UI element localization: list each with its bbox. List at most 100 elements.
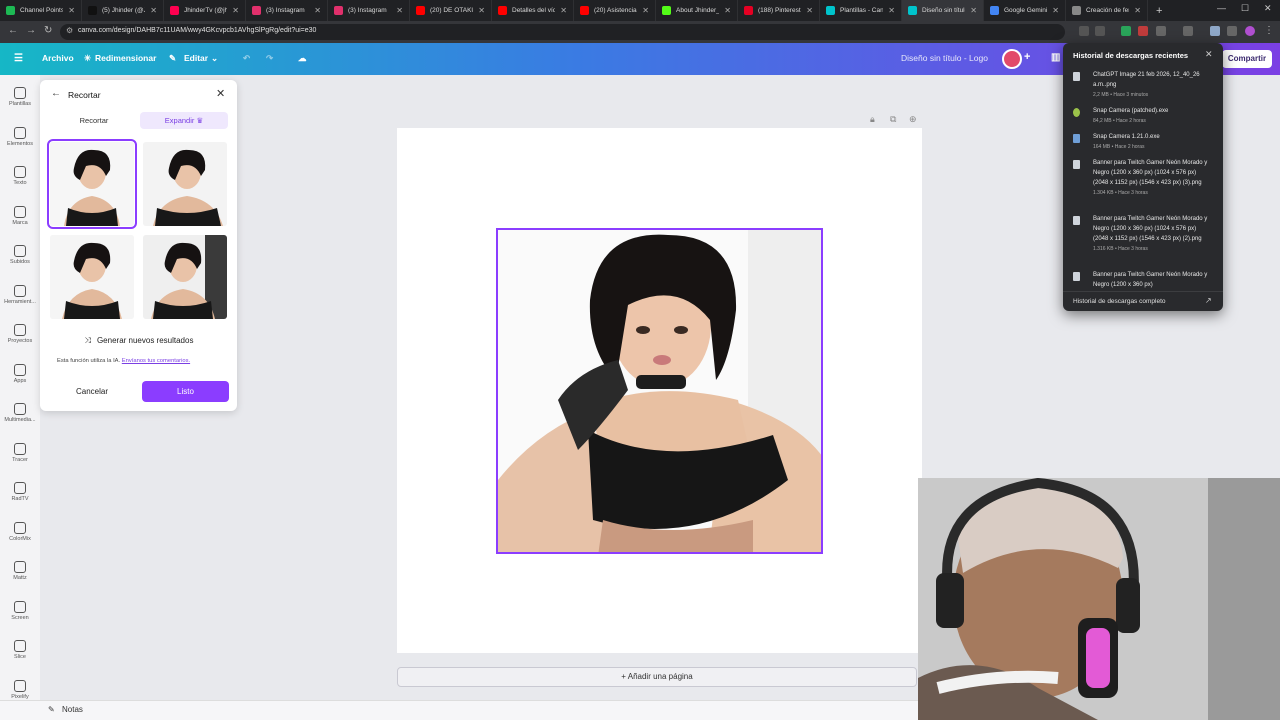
generate-new-results-button[interactable]: ⤨ Generar nuevos resultados (50, 333, 228, 349)
feedback-link[interactable]: Envíanos tus comentarios. (122, 358, 190, 364)
tab-close-icon[interactable]: ✕ (970, 6, 977, 15)
edit-menu[interactable]: Editar (184, 53, 208, 63)
rail-item[interactable]: Pixelify (0, 679, 40, 700)
extensions-puzzle-icon[interactable] (1156, 26, 1166, 36)
menu-icon[interactable]: ☰ (14, 53, 23, 64)
address-bar[interactable]: ⚙ canva.com/design/DAHB7c11UAM/wwy4GKcvp… (60, 24, 1065, 40)
tab-close-icon[interactable]: ✕ (888, 6, 895, 15)
browser-tab[interactable]: (188) Pinterest ✕ (738, 0, 820, 21)
redo-icon[interactable]: ↷ (266, 53, 273, 64)
browser-tab[interactable]: Plantillas - Canva ✕ (820, 0, 902, 21)
expand-result-4[interactable] (143, 235, 227, 319)
browser-tab[interactable]: About Jhinder_Tv ✕ (656, 0, 738, 21)
undo-icon[interactable]: ↶ (243, 53, 250, 64)
tab-close-icon[interactable]: ✕ (806, 6, 813, 15)
back-nav-icon[interactable]: ← (8, 25, 18, 36)
rail-item[interactable]: Slice (0, 640, 40, 660)
full-download-history-link[interactable]: Historial de descargas completo ↗ (1063, 291, 1223, 311)
browser-tab[interactable]: Diseño sin título ✕ (902, 0, 984, 21)
done-button[interactable]: Listo (142, 381, 229, 402)
selected-photo-element[interactable] (496, 228, 823, 554)
rail-item[interactable]: Subidos (0, 245, 40, 265)
duplicate-page-icon[interactable]: ⧉ (890, 114, 896, 125)
browser-tab[interactable]: Detalles del vídeo ✕ (492, 0, 574, 21)
rail-item[interactable]: ColorMix (0, 521, 40, 542)
profile-avatar[interactable] (1245, 26, 1255, 36)
uploads-icon (14, 245, 26, 257)
file-menu[interactable]: Archivo (42, 53, 74, 63)
resize-button[interactable]: Redimensionar (95, 53, 156, 63)
document-title[interactable]: Diseño sin título - Logo (901, 53, 988, 63)
tab-close-icon[interactable]: ✕ (68, 6, 75, 15)
new-tab-button[interactable]: + (1148, 5, 1170, 17)
lock-icon[interactable]: 🔒︎ (870, 114, 875, 125)
add-collaborator-icon[interactable]: + (1024, 51, 1030, 63)
browser-tab[interactable]: Creación de fem ✕ (1066, 0, 1148, 21)
user-avatar[interactable] (1002, 49, 1022, 69)
cloud-save-icon[interactable]: ☁ (298, 53, 307, 64)
add-page-button[interactable]: + Añadir una página (397, 667, 917, 687)
tab-close-icon[interactable]: ✕ (560, 6, 567, 15)
close-icon[interactable]: ✕ (216, 87, 225, 100)
tab-close-icon[interactable]: ✕ (150, 6, 157, 15)
browser-tab[interactable]: (3) Instagram ✕ (246, 0, 328, 21)
browser-tab[interactable]: (5) Jhinder (@Jh ✕ (82, 0, 164, 21)
expand-result-1[interactable] (47, 139, 137, 229)
site-info-icon[interactable]: ⚙ (66, 26, 73, 35)
rail-item[interactable]: Screen (0, 600, 40, 621)
minimize-window-icon[interactable]: — (1217, 3, 1226, 13)
extension-icon[interactable] (1138, 26, 1148, 36)
browser-tab[interactable]: JhinderTv (@jhin ✕ (164, 0, 246, 21)
close-icon[interactable]: ✕ (1205, 49, 1213, 60)
browser-tab[interactable]: (3) Instagram ✕ (328, 0, 410, 21)
download-item[interactable]: Banner para Twitch Gamer Neón Morado y N… (1073, 270, 1213, 290)
reload-icon[interactable]: ↻ (44, 25, 52, 36)
browser-tab[interactable]: Channel Points ✕ (0, 0, 82, 21)
tab-close-icon[interactable]: ✕ (478, 6, 485, 15)
browser-tab[interactable]: Google Gemini ✕ (984, 0, 1066, 21)
rail-item[interactable]: RadTV (0, 482, 40, 502)
add-page-icon[interactable]: ⊕ (909, 114, 917, 125)
rail-item[interactable]: Apps (0, 363, 40, 384)
rail-item[interactable]: Mattz (0, 561, 40, 581)
rail-item[interactable]: Marca (0, 205, 40, 226)
rail-item[interactable]: Proyectos (0, 324, 40, 344)
maximize-window-icon[interactable]: ☐ (1241, 3, 1249, 14)
forward-nav-icon[interactable]: → (26, 25, 36, 36)
extension-icon[interactable] (1121, 26, 1131, 36)
expand-result-3[interactable] (50, 235, 134, 319)
rail-item[interactable]: Multimedia... (0, 403, 40, 423)
browser-tab[interactable]: (20) DE OTAKU a ✕ (410, 0, 492, 21)
tab-close-icon[interactable]: ✕ (1052, 6, 1059, 15)
downloads-icon[interactable] (1210, 26, 1220, 36)
tab-close-icon[interactable]: ✕ (232, 6, 239, 15)
rail-item[interactable]: Texto (0, 166, 40, 186)
browser-tab[interactable]: (20) Asistencia fi ✕ (574, 0, 656, 21)
browser-menu-icon[interactable]: ⋮ (1264, 25, 1274, 36)
tab-close-icon[interactable]: ✕ (1134, 6, 1141, 15)
close-window-icon[interactable]: ✕ (1264, 3, 1272, 14)
bookmark-star-icon[interactable] (1095, 26, 1105, 36)
zoom-icon[interactable] (1079, 26, 1089, 36)
rail-item[interactable]: Tracer (0, 442, 40, 463)
rail-item[interactable]: Plantillas (0, 87, 40, 107)
insights-chart-icon[interactable]: ▥ (1051, 52, 1060, 63)
share-button[interactable]: Compartir (1222, 50, 1272, 68)
elements-icon (14, 126, 26, 139)
tab-search-icon[interactable] (1227, 26, 1237, 36)
tab-close-icon[interactable]: ✕ (642, 6, 649, 15)
tab-close-icon[interactable]: ✕ (396, 6, 403, 15)
back-arrow-icon[interactable]: ← (51, 88, 61, 99)
rail-item[interactable]: Elementos (0, 126, 40, 147)
notes-icon[interactable]: ✎ (48, 705, 55, 714)
tab-expand[interactable]: Expandir ♛ (140, 112, 228, 129)
tab-favicon-icon (580, 6, 589, 15)
cancel-button[interactable]: Cancelar (48, 381, 136, 402)
rail-item[interactable]: Herramient... (0, 284, 40, 305)
expand-result-2[interactable] (143, 142, 227, 226)
tab-close-icon[interactable]: ✕ (314, 6, 321, 15)
tab-crop[interactable]: Recortar (50, 112, 138, 129)
notes-button[interactable]: Notas (62, 705, 83, 714)
link-icon[interactable] (1183, 26, 1193, 36)
tab-close-icon[interactable]: ✕ (724, 6, 731, 15)
